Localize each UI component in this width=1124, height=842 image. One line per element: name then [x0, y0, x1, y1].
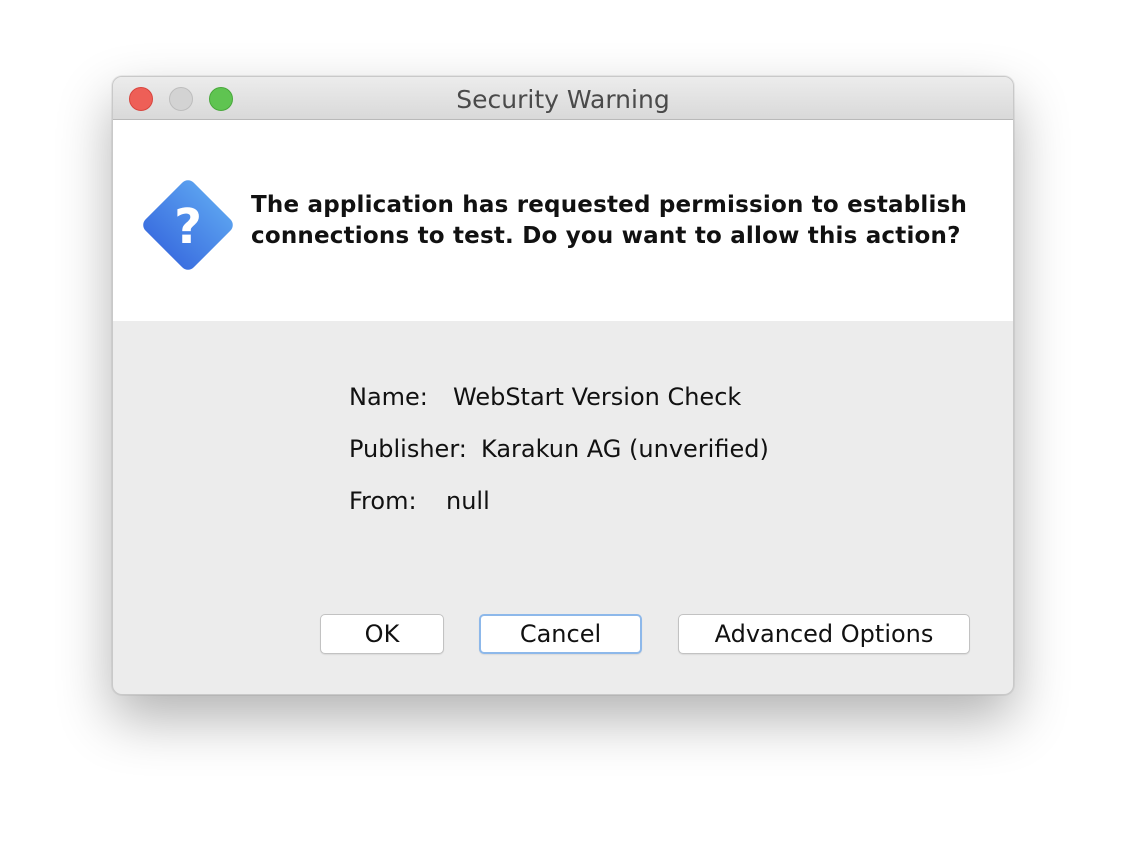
question-icon: ?: [141, 178, 235, 272]
publisher-row: Publisher: Karakun AG (unverified): [349, 431, 769, 483]
name-label: Name:: [349, 383, 428, 411]
message-line-1: The application has requested permission…: [251, 192, 968, 218]
ok-button[interactable]: OK: [320, 614, 444, 654]
message-line-2: connections to test. Do you want to allo…: [251, 223, 961, 249]
from-row: From: null: [349, 483, 769, 535]
question-icon-glyph: ?: [174, 199, 202, 255]
from-value: null: [446, 487, 490, 515]
advanced-options-button[interactable]: Advanced Options: [678, 614, 970, 654]
publisher-value: Karakun AG (unverified): [481, 435, 769, 463]
name-row: Name: WebStart Version Check: [349, 379, 769, 431]
app-details: Name: WebStart Version Check Publisher: Ka…: [349, 379, 769, 535]
cancel-button[interactable]: Cancel: [479, 614, 642, 654]
message-header: ? The application has requested permissi…: [113, 120, 1013, 321]
from-label: From:: [349, 487, 417, 515]
permission-message: The application has requested permission…: [251, 190, 991, 252]
title-bar[interactable]: Security Warning: [113, 77, 1013, 120]
security-warning-dialog: Security Warning ? The application has r…: [112, 76, 1014, 695]
window-title: Security Warning: [456, 85, 670, 114]
publisher-label: Publisher:: [349, 435, 467, 463]
name-value: WebStart Version Check: [453, 383, 742, 411]
